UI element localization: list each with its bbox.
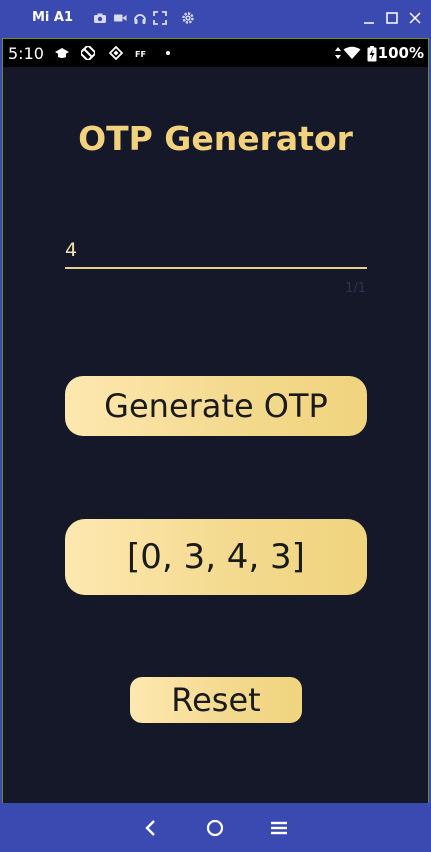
fullscreen-icon[interactable] [153, 11, 167, 25]
svg-text:FF: FF [135, 50, 146, 59]
maximize-icon[interactable] [385, 11, 399, 25]
status-time: 5:10 [8, 44, 44, 63]
forbidden-icon [80, 45, 96, 61]
emulator-window: Mi A1 5:10 FF 100% OTP Generator 4 1/1 G… [0, 0, 431, 852]
camera-icon[interactable] [93, 11, 107, 25]
battery-charging-icon [367, 46, 377, 62]
wifi-icon [343, 46, 361, 60]
dot-icon [163, 46, 177, 60]
ff-icon: FF [135, 46, 149, 60]
otp-length-input[interactable] [65, 229, 367, 269]
menu-icon[interactable] [268, 817, 290, 839]
headphones-icon[interactable] [133, 11, 147, 25]
home-icon[interactable] [204, 817, 226, 839]
emulator-titlebar: Mi A1 [0, 0, 431, 38]
otp-result-display: [0, 3, 4, 3] [65, 519, 367, 595]
generate-otp-button[interactable]: Generate OTP [65, 376, 367, 436]
char-counter: 1/1 [345, 281, 366, 296]
page-title: OTP Generator [78, 119, 353, 158]
reset-button[interactable]: Reset [130, 677, 302, 723]
device-name: Mi A1 [32, 10, 74, 25]
minimize-icon[interactable] [362, 11, 376, 25]
status-bar: 5:10 FF 100% [3, 39, 428, 67]
video-icon[interactable] [113, 11, 127, 25]
phone-screen: 5:10 FF 100% OTP Generator 4 1/1 Generat… [2, 38, 429, 803]
layers-icon [108, 45, 124, 61]
close-icon[interactable] [408, 11, 422, 25]
navigation-bar [0, 803, 431, 852]
back-icon[interactable] [140, 817, 162, 839]
settings-icon[interactable] [181, 11, 195, 25]
battery-percent: 100% [377, 44, 424, 62]
graduation-cap-icon [55, 46, 69, 60]
